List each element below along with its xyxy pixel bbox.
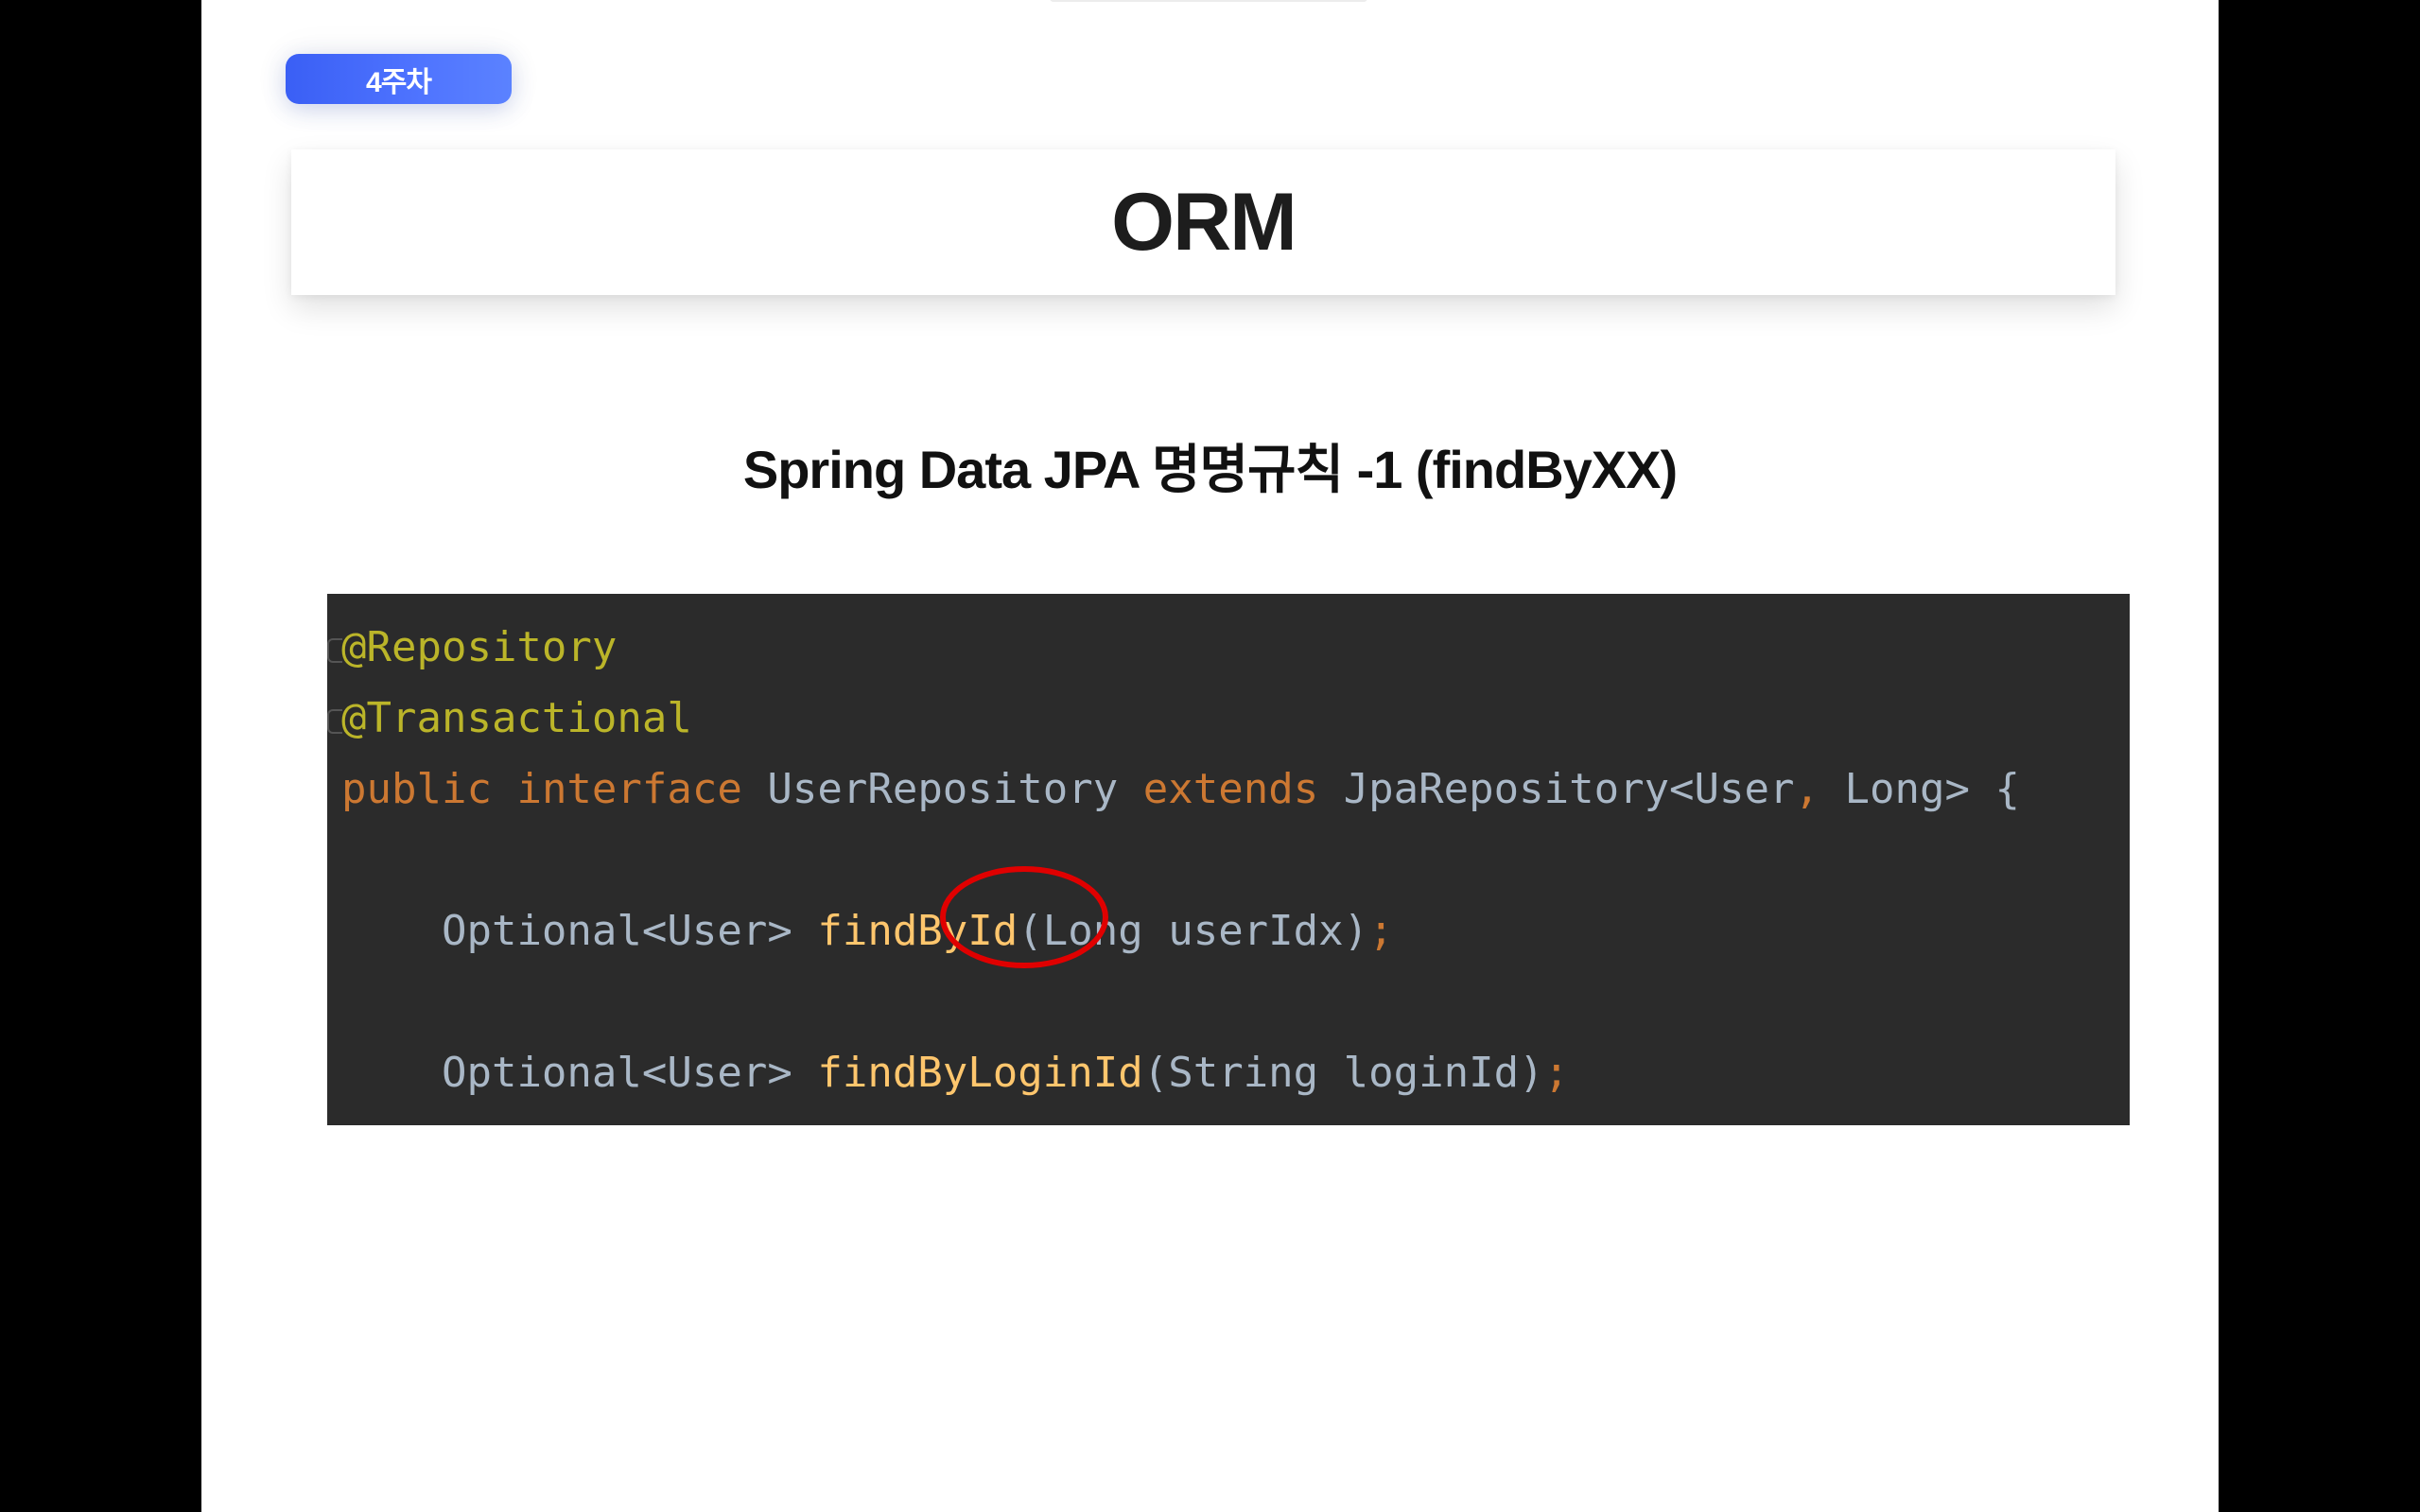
code-screenshot: @Repository @Transactional public interf… <box>327 594 2130 1125</box>
fold-marker-icon <box>327 638 342 663</box>
interface-name: UserRepository <box>767 765 1119 813</box>
title-box: ORM <box>291 149 2115 295</box>
method-params: (String loginId) <box>1142 1049 1544 1097</box>
keyword-public: public <box>341 765 492 813</box>
keyword-extends: extends <box>1142 765 1319 813</box>
code-line-annotation-repository: @Repository <box>341 619 617 676</box>
slide-subtitle: Spring Data JPA 명명규칙 -1 (findByXX) <box>742 440 1678 499</box>
semicolon: ; <box>1543 1049 1570 1097</box>
screen: 4주차 ORM Spring Data JPA 명명규칙 -1 (findByX… <box>0 0 2420 1512</box>
week-badge: 4주차 <box>286 54 512 104</box>
code-line-find-by-id: Optional<User> findById(Long userIdx); <box>341 903 1394 960</box>
semicolon: ; <box>1368 907 1394 955</box>
comma: , <box>1794 765 1820 813</box>
return-type: Optional<User> <box>441 1049 792 1097</box>
annotation-repository: @Repository <box>341 623 618 671</box>
slide-top-handle <box>1050 0 1367 2</box>
annotation-transactional: @Transactional <box>341 694 692 742</box>
slide-title: ORM <box>1111 176 1297 268</box>
code-line-find-by-login-id: Optional<User> findByLoginId(String logi… <box>341 1045 1569 1102</box>
parent-type: JpaRepository<User <box>1343 765 1795 813</box>
return-type: Optional<User> <box>441 907 792 955</box>
generic-rest: Long> { <box>1844 765 2020 813</box>
highlight-circle <box>940 866 1108 968</box>
code-line-interface-declaration: public interface UserRepository extends … <box>341 761 2020 818</box>
code-line-annotation-transactional: @Transactional <box>341 690 692 747</box>
presentation-slide: 4주차 ORM Spring Data JPA 명명규칙 -1 (findByX… <box>201 0 2219 1512</box>
method-find-by-login-id: findByLoginId <box>817 1049 1143 1097</box>
keyword-interface: interface <box>516 765 742 813</box>
fold-marker-icon <box>327 709 342 734</box>
